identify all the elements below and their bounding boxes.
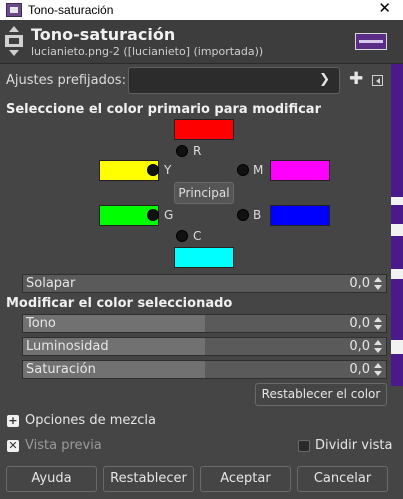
window-title: Tono-saturación	[28, 3, 114, 17]
split-view-checkbox[interactable]	[298, 440, 310, 452]
add-preset-icon[interactable]: ✚	[349, 71, 363, 88]
swatch-cyan[interactable]	[174, 247, 234, 268]
presets-combo[interactable]: ❯	[128, 67, 340, 94]
window-titlebar: Tono-saturación ✕	[0, 0, 403, 20]
reset-color-button[interactable]: Restablecer el color	[255, 383, 387, 406]
hue-saturation-icon	[4, 26, 24, 56]
label-cyan: C	[193, 229, 202, 243]
lightness-spin-icon[interactable]	[373, 340, 383, 353]
saturation-spin-icon[interactable]	[373, 363, 383, 376]
saturation-label: Saturación	[26, 362, 96, 377]
label-blue: B	[253, 208, 262, 222]
label-yellow: Y	[164, 163, 172, 177]
ok-button[interactable]: Aceptar	[200, 466, 291, 492]
swatch-red[interactable]	[174, 119, 234, 140]
label-green: G	[164, 208, 174, 222]
overlap-slider[interactable]: Solapar 0,0	[22, 274, 387, 293]
chevron-down-icon: ❯	[319, 72, 330, 87]
hue-spin-icon[interactable]	[373, 317, 383, 330]
dialog-header: Tono-saturación lucianieto.png-2 ([lucia…	[0, 20, 403, 64]
swatch-magenta[interactable]	[270, 160, 330, 181]
swatch-blue[interactable]	[270, 205, 330, 226]
image-subtitle: lucianieto.png-2 ([lucianieto] (importad…	[31, 45, 264, 58]
lightness-slider[interactable]: Luminosidad 0,0	[22, 337, 387, 356]
cancel-button[interactable]: Cancelar	[297, 466, 388, 492]
radio-cyan[interactable]	[176, 230, 188, 242]
primary-color-heading: Seleccione el color primario para modifi…	[6, 102, 321, 117]
radio-red[interactable]	[176, 145, 188, 157]
dialog-title: Tono-saturación	[31, 25, 176, 44]
radio-magenta[interactable]	[237, 164, 249, 176]
image-thumbnail-icon	[355, 33, 387, 50]
preview-label[interactable]: Vista previa	[25, 438, 102, 453]
label-red: R	[193, 144, 202, 158]
lightness-label: Luminosidad	[26, 339, 109, 354]
split-view-label[interactable]: Dividir vista	[315, 438, 392, 453]
saturation-value[interactable]: 0,0	[349, 362, 370, 377]
help-button[interactable]: Ayuda	[6, 466, 97, 492]
hue-label: Tono	[26, 316, 56, 331]
expand-plus-icon[interactable]: +	[7, 415, 19, 427]
hue-slider[interactable]: Tono 0,0	[22, 314, 387, 333]
overlap-value[interactable]: 0,0	[349, 276, 370, 291]
radio-yellow[interactable]	[147, 164, 159, 176]
radio-green[interactable]	[147, 209, 159, 221]
preset-menu-icon[interactable]	[372, 75, 383, 86]
preview-checkbox[interactable]: ✕	[7, 440, 19, 452]
close-icon[interactable]: ✕	[378, 0, 391, 18]
overlap-label: Solapar	[26, 276, 76, 291]
canvas-edge-strip	[391, 64, 403, 386]
saturation-slider[interactable]: Saturación 0,0	[22, 360, 387, 379]
modify-heading: Modificar el color seleccionado	[6, 296, 233, 311]
reset-button[interactable]: Restablecer	[103, 466, 194, 492]
blend-options-label[interactable]: Opciones de mezcla	[25, 413, 156, 428]
gimp-app-icon	[6, 3, 22, 17]
hue-value[interactable]: 0,0	[349, 316, 370, 331]
presets-label: Ajustes prefijados:	[6, 73, 126, 88]
overlap-spin-icon[interactable]	[373, 277, 383, 290]
radio-blue[interactable]	[237, 209, 249, 221]
label-magenta: M	[253, 163, 264, 177]
principal-button[interactable]: Principal	[174, 182, 234, 204]
lightness-value[interactable]: 0,0	[349, 339, 370, 354]
